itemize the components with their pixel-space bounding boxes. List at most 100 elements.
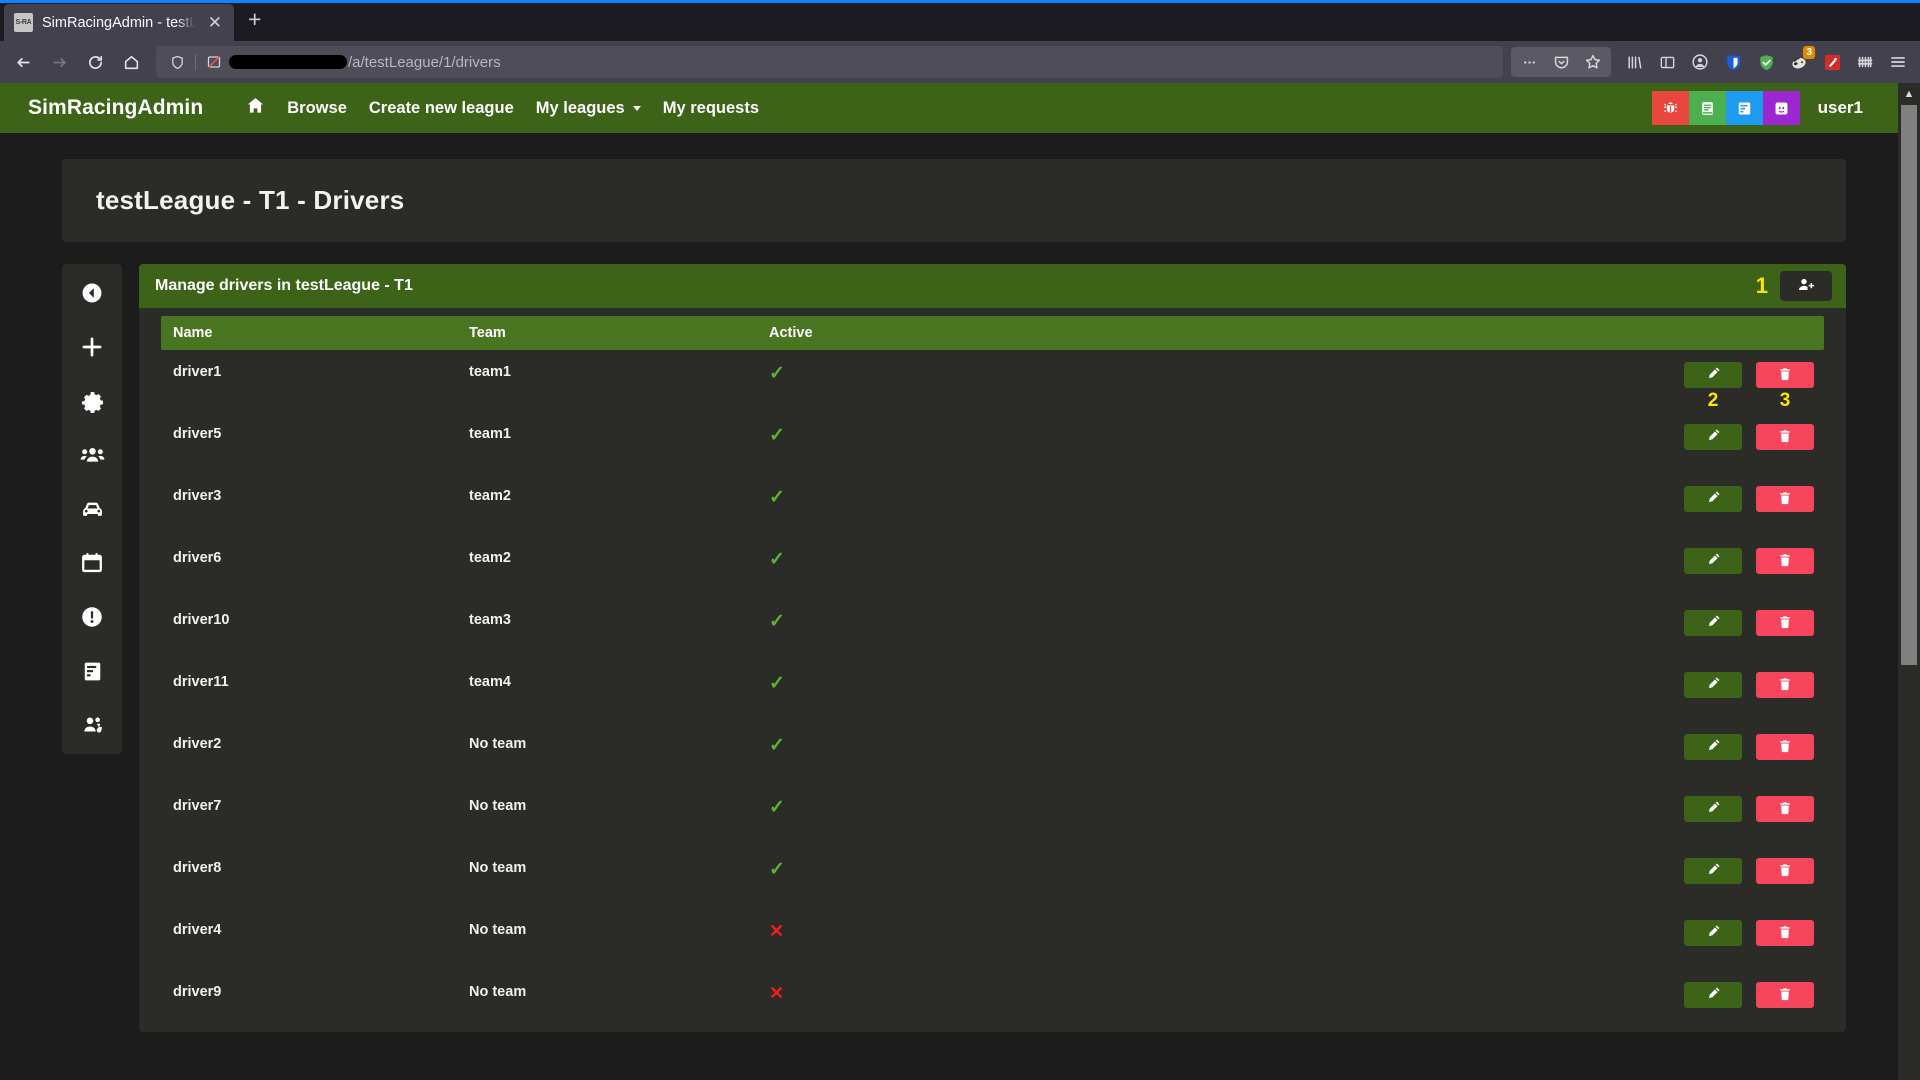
edit-action-wrapper (1684, 982, 1742, 1008)
trash-icon (1778, 553, 1792, 570)
page-title-card: testLeague - T1 - Drivers (62, 159, 1846, 242)
delete-driver-button[interactable] (1756, 858, 1814, 884)
edit-driver-button[interactable] (1684, 486, 1742, 512)
sidebar-item-penalties[interactable] (77, 602, 107, 632)
sidebar-item-back[interactable] (77, 278, 107, 308)
adblock-shield-icon[interactable] (1750, 47, 1782, 77)
cell-actions (1029, 722, 1816, 760)
reader-mode-disabled-icon[interactable] (201, 49, 227, 75)
toolbar-grid-icon[interactable] (1849, 47, 1881, 77)
hamburger-menu-icon[interactable] (1882, 47, 1914, 77)
sidebar-item-cars[interactable] (77, 494, 107, 524)
delete-driver-button[interactable] (1756, 796, 1814, 822)
nav-home[interactable] (235, 90, 276, 126)
delete-driver-button[interactable] (1756, 548, 1814, 574)
scrollbar-track[interactable] (1898, 665, 1920, 1080)
trash-icon (1778, 987, 1792, 1004)
edit-driver-button[interactable] (1684, 920, 1742, 946)
shield-icon[interactable] (164, 49, 190, 75)
active-check-icon: ✓ (769, 722, 1029, 755)
reload-icon[interactable] (78, 46, 112, 78)
user-menu[interactable]: user1 (1818, 98, 1870, 118)
edit-driver-button[interactable] (1684, 796, 1742, 822)
cell-team: No team (469, 860, 527, 876)
page-viewport: SimRacingAdmin Browse Create new league … (0, 83, 1920, 1080)
edit-driver-button[interactable] (1684, 672, 1742, 698)
edit-driver-button[interactable] (1684, 610, 1742, 636)
scrollbar-thumb[interactable] (1901, 105, 1917, 665)
overflow-menu-icon[interactable] (1513, 47, 1545, 77)
delete-driver-button[interactable] (1756, 362, 1814, 388)
check-icon: ✓ (769, 611, 785, 632)
body-row: Manage drivers in testLeague - T1 1 Name (62, 264, 1846, 1032)
report-bug-button[interactable] (1651, 91, 1689, 125)
documentation-button[interactable] (1688, 91, 1726, 125)
privacy-badger-icon[interactable]: 3 (1783, 46, 1815, 77)
nav-browse[interactable]: Browse (276, 93, 358, 124)
address-bar[interactable]: /a/testLeague/1/drivers (156, 46, 1503, 78)
column-header-active: Active (769, 325, 813, 341)
page-content: SimRacingAdmin Browse Create new league … (0, 83, 1898, 1080)
new-tab-icon[interactable]: + (234, 4, 275, 35)
edit-driver-button[interactable] (1684, 858, 1742, 884)
cell-driver-name: driver8 (173, 860, 222, 876)
nav-my-leagues[interactable]: My leagues (525, 93, 652, 124)
browser-tab[interactable]: S-RA SimRacingAdmin - testLeague - ✕ (4, 4, 234, 41)
edit-driver-button[interactable] (1684, 362, 1742, 388)
brand-logo[interactable]: SimRacingAdmin (28, 96, 203, 120)
edit-action-wrapper (1684, 672, 1742, 698)
page-scrollbar[interactable]: ▲ (1898, 83, 1920, 1080)
sidebar-item-add[interactable] (77, 332, 107, 362)
delete-driver-button[interactable] (1756, 734, 1814, 760)
trash-icon (1778, 491, 1792, 508)
delete-driver-button[interactable] (1756, 610, 1814, 636)
annotation-marker-1: 1 (1755, 273, 1768, 298)
delete-driver-button[interactable] (1756, 672, 1814, 698)
bookmark-star-icon[interactable] (1577, 47, 1609, 77)
sidebar-item-calendar[interactable] (77, 548, 107, 578)
changelog-button[interactable] (1725, 91, 1763, 125)
card-header-title: Manage drivers in testLeague - T1 (155, 277, 413, 294)
sidebar-icon[interactable] (1651, 47, 1683, 77)
pocket-icon[interactable] (1545, 47, 1577, 77)
edit-driver-button[interactable] (1684, 424, 1742, 450)
delete-driver-button[interactable] (1756, 920, 1814, 946)
home-icon[interactable] (114, 46, 148, 78)
library-icon[interactable] (1618, 47, 1650, 77)
edit-driver-button[interactable] (1684, 734, 1742, 760)
back-icon[interactable] (6, 46, 40, 78)
discord-button[interactable] (1762, 91, 1800, 125)
sidebar-item-settings[interactable] (77, 386, 107, 416)
account-icon[interactable] (1684, 47, 1716, 77)
cell-driver-name: driver11 (173, 674, 229, 690)
delete-driver-button[interactable] (1756, 982, 1814, 1008)
sidebar-item-teams[interactable] (77, 710, 107, 740)
table-row: driver7 No team ✓ (161, 784, 1824, 846)
active-check-icon: ✓ (769, 412, 1029, 445)
trash-icon (1778, 801, 1792, 818)
wappalyzer-icon[interactable] (1816, 47, 1848, 77)
sidebar-item-drivers[interactable] (77, 440, 107, 470)
bitwarden-icon[interactable] (1717, 47, 1749, 77)
edit-action-wrapper (1684, 734, 1742, 760)
nav-my-requests[interactable]: My requests (652, 93, 770, 124)
nav-create-new-league[interactable]: Create new league (358, 93, 525, 124)
sidebar-item-results[interactable] (77, 656, 107, 686)
delete-action-wrapper (1756, 734, 1814, 760)
delete-driver-button[interactable] (1756, 424, 1814, 450)
delete-driver-button[interactable] (1756, 486, 1814, 512)
app-navbar: SimRacingAdmin Browse Create new league … (0, 83, 1898, 133)
table-row: driver9 No team ✕ (161, 970, 1824, 1032)
forward-icon[interactable] (42, 46, 76, 78)
scroll-up-icon[interactable]: ▲ (1898, 83, 1920, 105)
add-driver-button[interactable] (1780, 271, 1832, 301)
active-cross-icon: ✕ (769, 970, 1029, 1003)
active-check-icon: ✓ (769, 660, 1029, 693)
table-row: driver8 No team ✓ (161, 846, 1824, 908)
table-row: driver1 team1 ✓ 2 3 (161, 350, 1824, 412)
delete-action-wrapper (1756, 548, 1814, 574)
edit-driver-button[interactable] (1684, 982, 1742, 1008)
close-icon[interactable]: ✕ (204, 12, 226, 33)
annotation-marker-3: 3 (1779, 390, 1791, 411)
edit-driver-button[interactable] (1684, 548, 1742, 574)
